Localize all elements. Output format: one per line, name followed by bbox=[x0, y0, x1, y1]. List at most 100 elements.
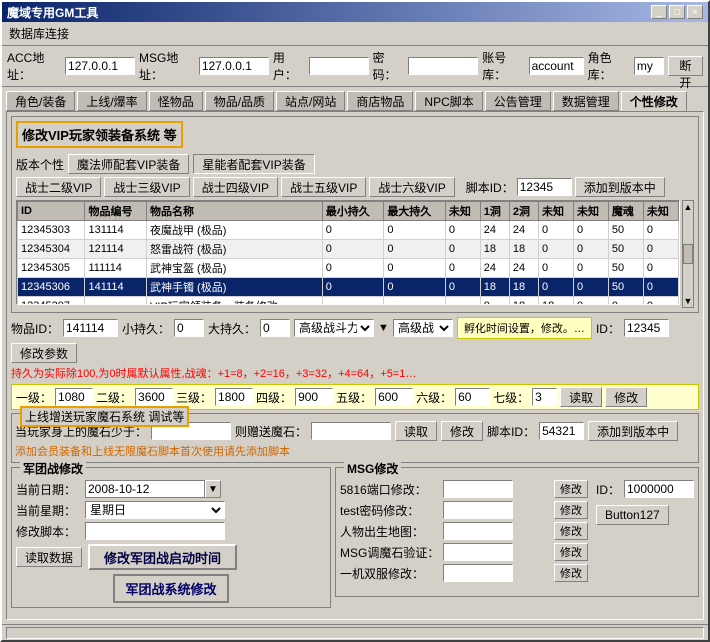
min-label: 小持久： bbox=[122, 320, 170, 337]
skill2-select[interactable]: 高级战 bbox=[393, 319, 453, 337]
bottom-area: 军团战修改 当前日期： ▼ 当前星期： 星期日 bbox=[11, 467, 699, 608]
minimize-button[interactable]: _ bbox=[651, 5, 667, 19]
connect-button[interactable]: 断开 bbox=[668, 56, 703, 76]
sub-tab-star[interactable]: 星能者配套VIP装备 bbox=[193, 154, 314, 174]
extra-button[interactable]: Button127 bbox=[596, 505, 669, 525]
lv4-input[interactable] bbox=[295, 388, 333, 406]
max-input[interactable] bbox=[260, 319, 290, 337]
main-tabs: 角色/装备 上线/爆率 怪物品 物品/品质 站点/网站 商店物品 NPC脚本 公… bbox=[2, 87, 708, 111]
tab-monster[interactable]: 怪物品 bbox=[149, 91, 203, 111]
vip-section-title: 修改VIP玩家领装备系统 等 bbox=[16, 121, 183, 148]
tab-online[interactable]: 上线/爆率 bbox=[77, 91, 146, 111]
col-h1: 1洞 bbox=[480, 202, 509, 221]
tab-notice[interactable]: 公告管理 bbox=[485, 91, 551, 111]
guild-time-btn[interactable]: 修改军团战启动时间 bbox=[88, 544, 237, 570]
msg-field-label-3: MSG调魔石验证： bbox=[340, 544, 439, 561]
sub-tab-mage[interactable]: 魔法师配套VIP装备 bbox=[68, 154, 189, 174]
skill1-select[interactable]: 高级战斗力 bbox=[294, 319, 374, 337]
version-label: 版本个性 bbox=[16, 156, 64, 173]
role-db-label: 角色库： bbox=[588, 49, 630, 83]
level-read-btn[interactable]: 读取 bbox=[560, 387, 602, 407]
title-buttons: _ □ × bbox=[651, 5, 703, 19]
lv6-input[interactable] bbox=[455, 388, 490, 406]
user-input[interactable] bbox=[309, 57, 369, 75]
user-label: 用户： bbox=[273, 49, 305, 83]
msg-label: MSG地址： bbox=[139, 49, 195, 83]
week-select[interactable]: 星期日 bbox=[85, 501, 225, 519]
gift-amount-input[interactable] bbox=[311, 422, 391, 440]
id2-label: ID： bbox=[596, 320, 620, 337]
tab-npc[interactable]: NPC脚本 bbox=[415, 91, 482, 111]
vip-table: ID 物品编号 物品名称 最小持久 最大持久 未知 1洞 2洞 未知 未知 魔魂 bbox=[17, 201, 679, 305]
lv3-input[interactable] bbox=[215, 388, 253, 406]
hatch-tooltip: 孵化时间设置，修改。… bbox=[457, 317, 592, 339]
date-dropdown-btn[interactable]: ▼ bbox=[205, 480, 221, 498]
role-db-input[interactable] bbox=[634, 57, 664, 75]
maximize-button[interactable]: □ bbox=[669, 5, 685, 19]
acc-input[interactable] bbox=[65, 57, 135, 75]
msg-field-btn-0[interactable]: 修改 bbox=[554, 480, 588, 498]
warrior-tab-2[interactable]: 战士二级VIP bbox=[16, 177, 101, 197]
col-unk1: 未知 bbox=[445, 202, 480, 221]
menu-database[interactable]: 数据库连接 bbox=[6, 24, 72, 43]
lv7-input[interactable] bbox=[532, 388, 557, 406]
acc-db-input[interactable] bbox=[529, 57, 584, 75]
max-label: 大持久： bbox=[208, 320, 256, 337]
msg-field-input-1[interactable] bbox=[443, 501, 513, 519]
tab-shop[interactable]: 商店物品 bbox=[347, 91, 413, 111]
min-input[interactable] bbox=[174, 319, 204, 337]
col-max: 最大持久 bbox=[384, 202, 446, 221]
msg-input[interactable] bbox=[199, 57, 269, 75]
msg-field-btn-1[interactable]: 修改 bbox=[554, 501, 588, 519]
connection-bar: ACC地址： MSG地址： 用户： 密码： 账号库： 角色库： 断开 bbox=[2, 46, 708, 87]
col-unk2: 未知 bbox=[538, 202, 573, 221]
msg-field-btn-2[interactable]: 修改 bbox=[554, 522, 588, 540]
tab-role[interactable]: 角色/装备 bbox=[6, 91, 75, 111]
tab-item[interactable]: 物品/品质 bbox=[205, 91, 274, 111]
table-scrollbar[interactable]: ▲ ▼ bbox=[682, 200, 694, 308]
msg-field-input-4[interactable] bbox=[443, 564, 513, 582]
tab-site[interactable]: 站点/网站 bbox=[276, 91, 345, 111]
warrior-tab-5[interactable]: 战士五级VIP bbox=[281, 177, 366, 197]
warrior-tab-6[interactable]: 战士六级VIP bbox=[369, 177, 454, 197]
guild-script-input[interactable] bbox=[85, 522, 225, 540]
lv5-input[interactable] bbox=[375, 388, 413, 406]
id2-input[interactable] bbox=[624, 319, 669, 337]
status-text bbox=[6, 627, 704, 639]
modify-param-btn[interactable]: 修改参数 bbox=[11, 343, 77, 363]
table-row[interactable]: 12345304121114怒雷战符 (极品)000181800500 bbox=[18, 240, 679, 259]
warrior-tab-4[interactable]: 战士四级VIP bbox=[193, 177, 278, 197]
msg-field-input-3[interactable] bbox=[443, 543, 513, 561]
tab-personal[interactable]: 个性修改 bbox=[621, 91, 687, 111]
msg-field-btn-4[interactable]: 修改 bbox=[554, 564, 588, 582]
warrior-tab-3[interactable]: 战士三级VIP bbox=[104, 177, 189, 197]
date-input[interactable] bbox=[85, 480, 205, 498]
table-row[interactable]: 12345307VIP玩家领装备，装备修改。01818000 bbox=[18, 297, 679, 306]
col-soul: 魔魂 bbox=[608, 202, 643, 221]
item-id-input[interactable] bbox=[63, 319, 118, 337]
main-window: 魔域专用GM工具 _ □ × 数据库连接 ACC地址： MSG地址： 用户： 密… bbox=[0, 0, 710, 642]
msg-id-input[interactable] bbox=[624, 480, 694, 498]
msg-field-input-2[interactable] bbox=[443, 522, 513, 540]
lv1-input[interactable] bbox=[55, 388, 93, 406]
table-row[interactable]: 12345303131114夜魔战甲 (极品)000242400500 bbox=[18, 221, 679, 240]
close-button[interactable]: × bbox=[687, 5, 703, 19]
table-row[interactable]: 12345306141114武神手镯 (极品)000181800500 bbox=[18, 278, 679, 297]
acc-label: ACC地址： bbox=[7, 49, 61, 83]
table-row[interactable]: 12345305111114武神宝盔 (极品)000242400500 bbox=[18, 259, 679, 278]
gift-read-btn[interactable]: 读取 bbox=[395, 421, 437, 441]
script-id-input[interactable] bbox=[517, 178, 572, 196]
gift-modify-btn[interactable]: 修改 bbox=[441, 421, 483, 441]
level-modify-btn[interactable]: 修改 bbox=[605, 387, 647, 407]
add-to-version-btn[interactable]: 添加到版本中 bbox=[575, 177, 665, 197]
gift-add-btn[interactable]: 添加到版本中 bbox=[588, 421, 678, 441]
msg-field-input-0[interactable] bbox=[443, 480, 513, 498]
gift-script-input[interactable] bbox=[539, 422, 584, 440]
lv2-input[interactable] bbox=[135, 388, 173, 406]
pwd-input[interactable] bbox=[408, 57, 478, 75]
main-content: 修改VIP玩家领装备系统 等 版本个性 魔法师配套VIP装备 星能者配套VIP装… bbox=[6, 111, 704, 620]
guild-read-btn[interactable]: 读取数据 bbox=[16, 547, 82, 567]
tab-data[interactable]: 数据管理 bbox=[553, 91, 619, 111]
msg-field-btn-3[interactable]: 修改 bbox=[554, 543, 588, 561]
guild-title: 军团战修改 bbox=[20, 460, 86, 477]
